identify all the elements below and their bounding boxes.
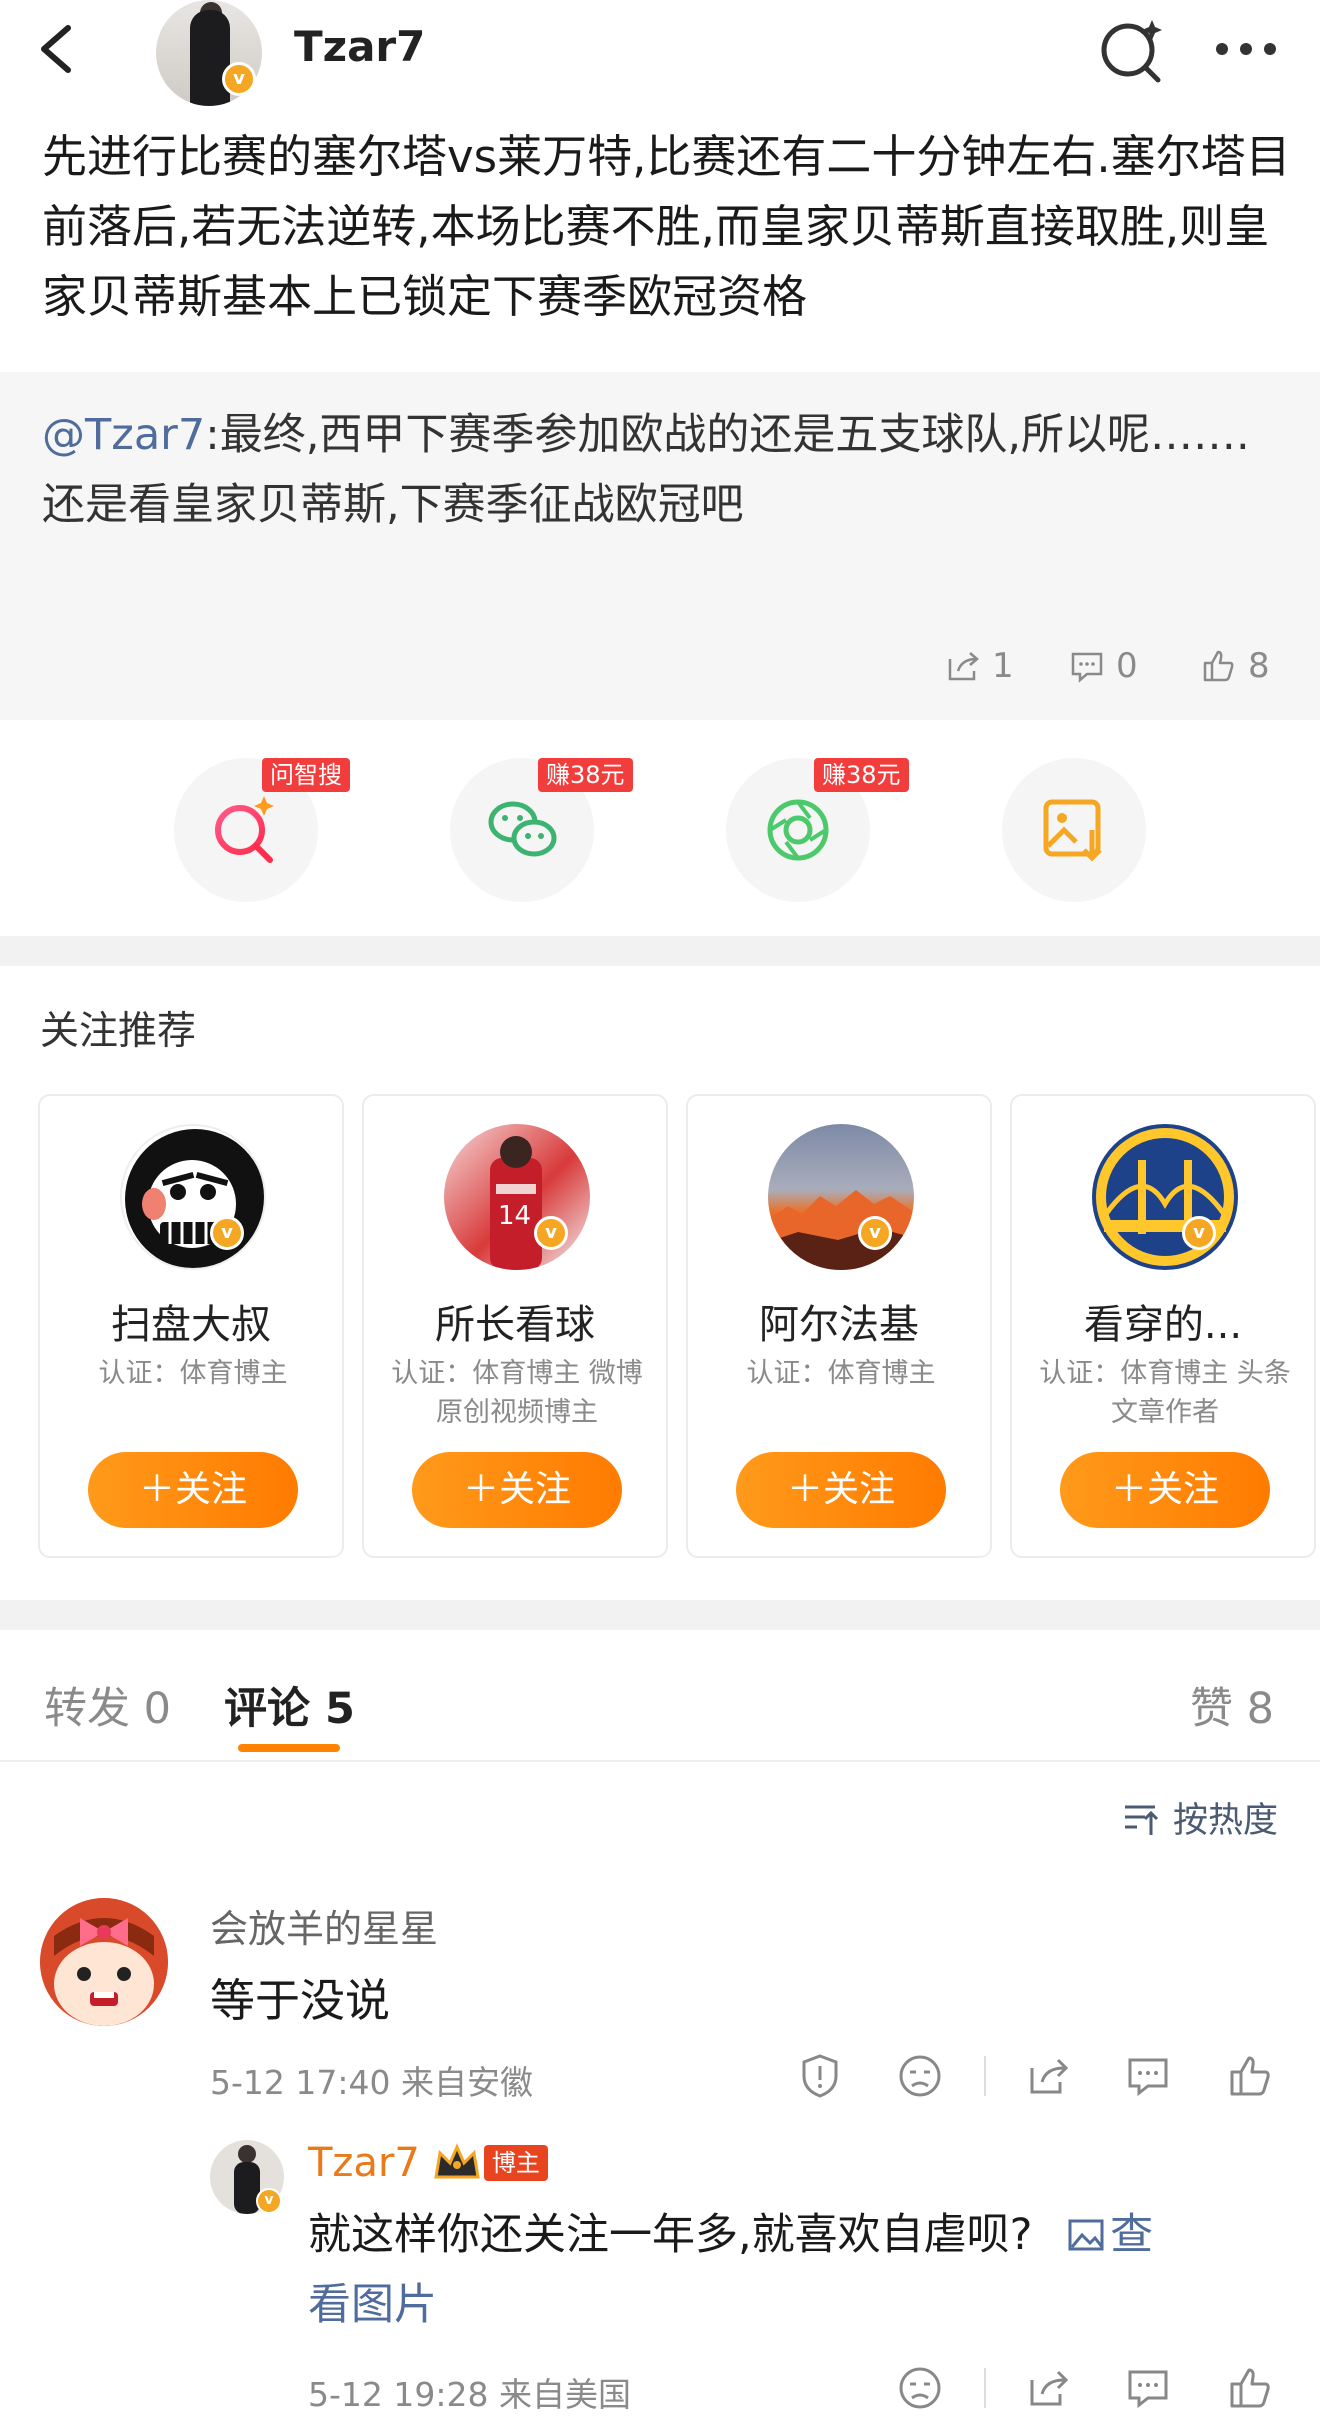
comment-stat[interactable]: 0 <box>1068 646 1138 686</box>
thumb-up-icon[interactable] <box>1226 2364 1274 2412</box>
sort-label: 按热度 <box>1172 1801 1278 1841</box>
recommend-name: 所长看球 <box>435 1302 595 1348</box>
commenter-name[interactable]: 会放羊的星星 <box>210 1898 438 1953</box>
recommend-name: 阿尔法基 <box>759 1302 919 1348</box>
dislike-face-icon[interactable] <box>896 2052 944 2100</box>
reply-text: 就这样你还关注一年多,就喜欢自虐呗? 查看图片 <box>308 2210 1154 2330</box>
top-bar: v Tzar7 <box>0 0 1320 112</box>
comment-icon <box>1071 652 1103 683</box>
tab-indicator <box>238 1744 340 1752</box>
reply-meta: 5-12 19:28 来自美国 <box>308 2375 631 2414</box>
follow-button[interactable]: ＋关注 <box>412 1452 622 1528</box>
repost-count: 1 <box>992 646 1014 686</box>
recommend-card[interactable]: v 阿尔法基 认证：体育博主 ＋关注 <box>686 1094 992 1558</box>
repost-line1: :最终,西甲下赛季参加欧战的还是五支球队,所以呢……. <box>205 410 1250 460</box>
more-dots-icon <box>1216 43 1276 55</box>
wechat-icon <box>488 801 557 857</box>
avatar[interactable] <box>120 1124 266 1270</box>
commenter-avatar[interactable] <box>40 1898 168 2026</box>
recommend-card[interactable]: v 扫盘大叔 认证：体育博主 ＋关注 <box>38 1094 344 1558</box>
search-icon <box>1101 20 1162 83</box>
sort-icon <box>1124 1805 1159 1835</box>
verified-badge: v <box>534 1216 568 1250</box>
thumb-up-icon[interactable] <box>1226 2052 1274 2100</box>
ai-search-icon <box>215 796 274 863</box>
dislike-face-icon[interactable] <box>896 2364 944 2412</box>
moments-reward-tag: 赚38元 <box>814 758 909 792</box>
verified-badge: v <box>256 2188 282 2214</box>
divider <box>984 2056 986 2096</box>
back-button[interactable] <box>30 14 90 84</box>
repost-line2: 还是看皇家贝蒂斯,下赛季征战欧冠吧 <box>42 480 744 530</box>
comment-meta: 5-12 17:40 来自安徽 <box>210 2063 533 2102</box>
more-button[interactable] <box>1206 14 1286 84</box>
comment-icon[interactable] <box>1124 2364 1172 2412</box>
post-text: 先进行比赛的塞尔塔vs莱万特,比赛还有二十分钟左右.塞尔塔目前落后,若无法逆转,… <box>42 130 1291 323</box>
recommend-card[interactable]: v 看穿的... 认证：体育博主 头条文章作者 ＋关注 <box>1010 1094 1316 1558</box>
verified-badge: v <box>1182 1216 1216 1250</box>
share-icon[interactable] <box>1024 2364 1072 2412</box>
chevron-left-icon <box>41 25 71 73</box>
divider <box>0 936 1320 966</box>
tab-bar: 转发 0 评论 5 赞 8 <box>0 1630 1320 1762</box>
search-button[interactable] <box>1096 14 1166 84</box>
svg-text:14: 14 <box>498 1201 531 1231</box>
save-image-button[interactable] <box>1002 758 1146 902</box>
recommend-desc: 认证：体育博主 微博原创视频博主 <box>391 1358 643 1428</box>
ai-search-tag: 问智搜 <box>262 758 350 792</box>
recommend-desc: 认证：体育博主 头条文章作者 <box>1039 1358 1291 1428</box>
recommend-name: 看穿的... <box>1083 1302 1243 1348</box>
share-row: 问智搜 赚38元 赚38元 <box>0 720 1320 936</box>
image-icon <box>1068 2219 1104 2251</box>
like-count: 8 <box>1248 646 1270 686</box>
recommend-card[interactable]: 14 v 所长看球 认证：体育博主 微博原创视频博主 ＋关注 <box>362 1094 668 1558</box>
report-icon[interactable] <box>796 2052 844 2100</box>
replier-name[interactable]: Tzar7 <box>308 2140 420 2186</box>
repost-block[interactable]: @Tzar7:最终,西甲下赛季参加欧战的还是五支球队,所以呢……. 还是看皇家贝… <box>0 372 1320 720</box>
follow-button[interactable]: ＋关注 <box>736 1452 946 1528</box>
avatar[interactable] <box>1092 1124 1238 1270</box>
recommend-title: 关注推荐 <box>40 1009 197 1054</box>
follow-button[interactable]: ＋关注 <box>88 1452 298 1528</box>
recommend-desc: 认证：体育博主 <box>98 1358 288 1389</box>
moments-icon <box>767 799 829 861</box>
comment-count: 0 <box>1116 646 1138 686</box>
verified-badge: v <box>210 1216 244 1250</box>
recommend-name: 扫盘大叔 <box>111 1302 271 1348</box>
verified-badge: v <box>222 62 256 96</box>
follow-button[interactable]: ＋关注 <box>1060 1452 1270 1528</box>
share-icon <box>948 652 979 681</box>
replier-name-row: Tzar7 博主 <box>308 2140 548 2186</box>
crown-icon <box>434 2143 480 2179</box>
divider <box>0 1600 1320 1630</box>
tab-likes[interactable]: 赞 8 <box>1190 1674 1274 1736</box>
author-name[interactable]: Tzar7 <box>294 22 425 71</box>
share-icon[interactable] <box>1024 2052 1072 2100</box>
author-badge: 博主 <box>483 2145 548 2181</box>
comment-icon[interactable] <box>1124 2052 1172 2100</box>
save-image-icon <box>1043 799 1102 862</box>
thumb-up-icon <box>1203 650 1234 682</box>
tab-comments[interactable]: 评论 5 <box>224 1674 355 1736</box>
divider <box>984 2368 986 2408</box>
wechat-reward-tag: 赚38元 <box>538 758 633 792</box>
avatar[interactable] <box>768 1124 914 1270</box>
repost-stat[interactable]: 1 <box>944 646 1014 686</box>
tab-reposts[interactable]: 转发 0 <box>44 1674 171 1736</box>
mention-link[interactable]: @Tzar7 <box>42 410 205 460</box>
sort-button[interactable]: 按热度 <box>1121 1792 1278 1843</box>
comment-text: 等于没说 <box>210 1974 391 2027</box>
repost-text: @Tzar7:最终,西甲下赛季参加欧战的还是五支球队,所以呢……. 还是看皇家贝… <box>42 400 1272 540</box>
like-stat[interactable]: 8 <box>1200 646 1270 686</box>
verified-badge: v <box>858 1216 892 1250</box>
recommend-desc: 认证：体育博主 <box>746 1358 936 1389</box>
avatar[interactable]: 14 <box>444 1124 590 1270</box>
